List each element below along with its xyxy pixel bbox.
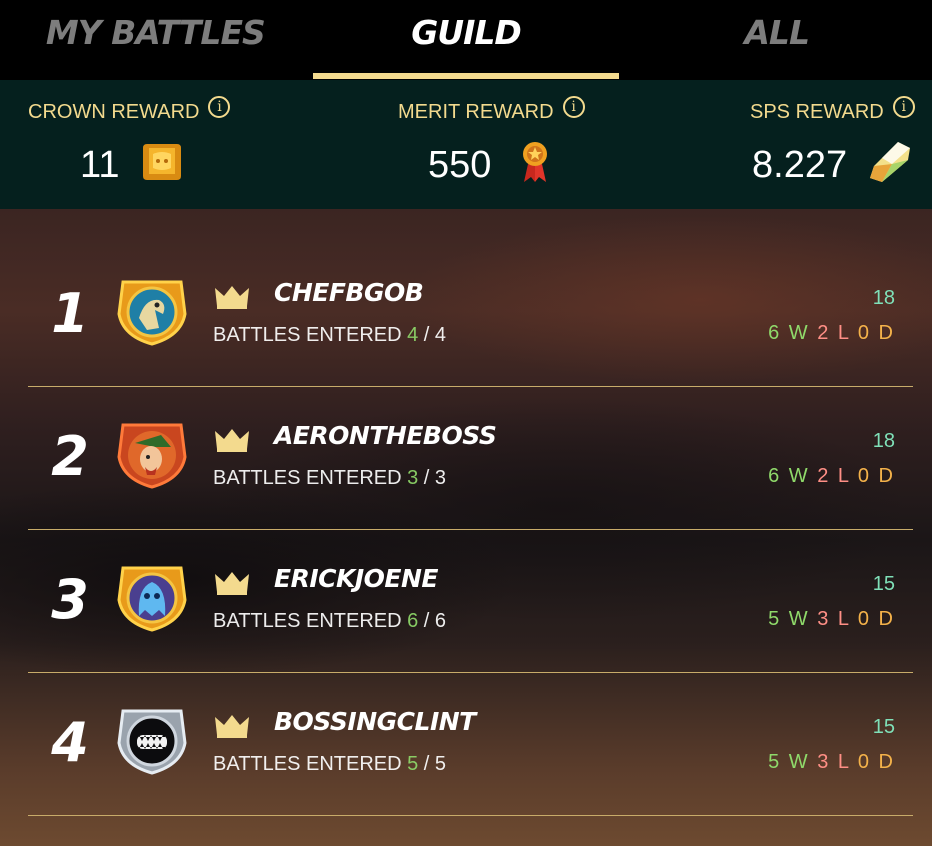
row-divider — [28, 815, 913, 816]
player-score: 15 — [872, 716, 895, 738]
battles-entered-count: 6 — [407, 610, 419, 632]
crown-icon — [215, 429, 249, 452]
rank-number: 1 — [51, 282, 89, 345]
leaderboard-row[interactable]: 4 BOSSINGCLINT BATTLES ENTERED 5 / 5 15 … — [0, 673, 932, 816]
player-name[interactable]: AERONTHEBOSS — [274, 421, 497, 450]
wins-count: 5 — [768, 608, 782, 630]
battles-entered-count: 4 — [407, 324, 419, 346]
wins-suffix: W — [788, 608, 810, 630]
battles-entered: BATTLES ENTERED 5 / 5 — [213, 753, 447, 775]
sps-reward-label: SPS REWARD — [750, 101, 884, 123]
draws-count: 0 — [857, 322, 871, 344]
losses-count: 3 — [817, 751, 831, 773]
merit-reward-label: MERIT REWARD — [398, 101, 554, 123]
battles-total-count: 4 — [434, 324, 447, 346]
losses-count: 2 — [817, 322, 831, 344]
player-name[interactable]: ERICKJOENE — [274, 564, 438, 593]
win-loss-draw: 6 W 2 L 0 D — [768, 465, 895, 488]
wins-count: 5 — [768, 751, 782, 773]
leaderboard-row[interactable]: 3 ERICKJOENE BATTLES ENTERED 6 / 6 15 5 … — [0, 530, 932, 673]
losses-suffix: L — [837, 322, 851, 344]
draws-count: 0 — [857, 751, 871, 773]
draws-count: 0 — [857, 608, 871, 630]
sps-reward-value: 8.227 — [752, 144, 848, 186]
battles-total-count: 6 — [434, 610, 447, 632]
rank-number: 3 — [51, 568, 89, 631]
losses-suffix: L — [837, 465, 851, 487]
crown-reward-label: CROWN REWARD — [28, 101, 200, 123]
player-avatar-icon[interactable] — [115, 560, 189, 634]
leaderboard-tabs: MY BATTLES GUILD ALL — [0, 0, 932, 80]
crown-icon — [215, 715, 249, 738]
leaderboard-row[interactable]: 2 AERONTHEBOSS BATTLES ENTERED 3 / 3 18 … — [0, 387, 932, 530]
guild-leaderboard: 1 CHEFBGOB BATTLES ENTERED 4 / 4 18 6 W … — [0, 209, 932, 846]
battles-entered: BATTLES ENTERED 3 / 3 — [213, 467, 447, 489]
battles-entered-label: BATTLES ENTERED — [213, 610, 402, 632]
player-avatar-icon[interactable] — [115, 417, 189, 491]
crown-token-icon — [143, 144, 181, 180]
tab-all[interactable]: ALL — [621, 0, 932, 80]
leaderboard-row[interactable]: 1 CHEFBGOB BATTLES ENTERED 4 / 4 18 6 W … — [0, 244, 932, 387]
player-name[interactable]: CHEFBGOB — [274, 278, 424, 307]
merit-reward: MERIT REWARD i 550 — [300, 80, 632, 209]
info-icon[interactable]: i — [562, 95, 585, 118]
tab-guild[interactable]: GUILD — [311, 0, 622, 80]
battles-total-count: 5 — [434, 753, 447, 775]
battles-entered-label: BATTLES ENTERED — [213, 467, 402, 489]
wins-suffix: W — [788, 465, 810, 487]
battles-entered-count: 3 — [407, 467, 419, 489]
draws-count: 0 — [857, 465, 871, 487]
wins-suffix: W — [788, 322, 810, 344]
battles-entered: BATTLES ENTERED 4 / 4 — [213, 324, 447, 346]
rewards-bar: CROWN REWARD i 11 MERIT REWARD i 550 SPS… — [0, 80, 932, 209]
draws-suffix: D — [878, 322, 895, 344]
wins-count: 6 — [768, 322, 782, 344]
losses-count: 2 — [817, 465, 831, 487]
info-icon[interactable]: i — [208, 95, 231, 118]
player-name[interactable]: BOSSINGCLINT — [274, 707, 476, 736]
battles-total-count: 3 — [434, 467, 447, 489]
battles-entered: BATTLES ENTERED 6 / 6 — [213, 610, 447, 632]
draws-suffix: D — [878, 465, 895, 487]
wins-count: 6 — [768, 465, 782, 487]
draws-suffix: D — [878, 751, 895, 773]
merit-reward-value: 550 — [428, 144, 492, 186]
player-avatar-icon[interactable] — [115, 703, 189, 777]
win-loss-draw: 6 W 2 L 0 D — [768, 322, 895, 345]
losses-suffix: L — [837, 608, 851, 630]
sps-reward-label-row: SPS REWARD i — [750, 95, 915, 124]
rank-number: 4 — [51, 711, 89, 774]
rank-number: 2 — [51, 425, 89, 488]
win-loss-draw: 5 W 3 L 0 D — [768, 608, 895, 631]
info-icon[interactable]: i — [892, 95, 915, 118]
crown-reward-label-row: CROWN REWARD i — [28, 95, 231, 124]
battles-entered-label: BATTLES ENTERED — [213, 753, 402, 775]
battles-entered-count: 5 — [407, 753, 419, 775]
draws-suffix: D — [878, 608, 895, 630]
player-score: 15 — [872, 573, 895, 595]
merit-reward-label-row: MERIT REWARD i — [398, 95, 585, 124]
wins-suffix: W — [788, 751, 810, 773]
losses-count: 3 — [817, 608, 831, 630]
sps-crystal-icon — [870, 142, 910, 182]
sps-reward: SPS REWARD i 8.227 — [632, 80, 932, 209]
win-loss-draw: 5 W 3 L 0 D — [768, 751, 895, 774]
player-score: 18 — [872, 287, 895, 309]
tab-my-battles[interactable]: MY BATTLES — [0, 0, 311, 80]
merit-medal-icon — [523, 142, 547, 182]
crown-reward: CROWN REWARD i 11 — [0, 80, 300, 209]
crown-icon — [215, 572, 249, 595]
crown-reward-value: 11 — [80, 144, 120, 186]
player-score: 18 — [872, 430, 895, 452]
player-avatar-icon[interactable] — [115, 274, 189, 348]
battles-entered-label: BATTLES ENTERED — [213, 324, 402, 346]
losses-suffix: L — [837, 751, 851, 773]
crown-icon — [215, 286, 249, 309]
